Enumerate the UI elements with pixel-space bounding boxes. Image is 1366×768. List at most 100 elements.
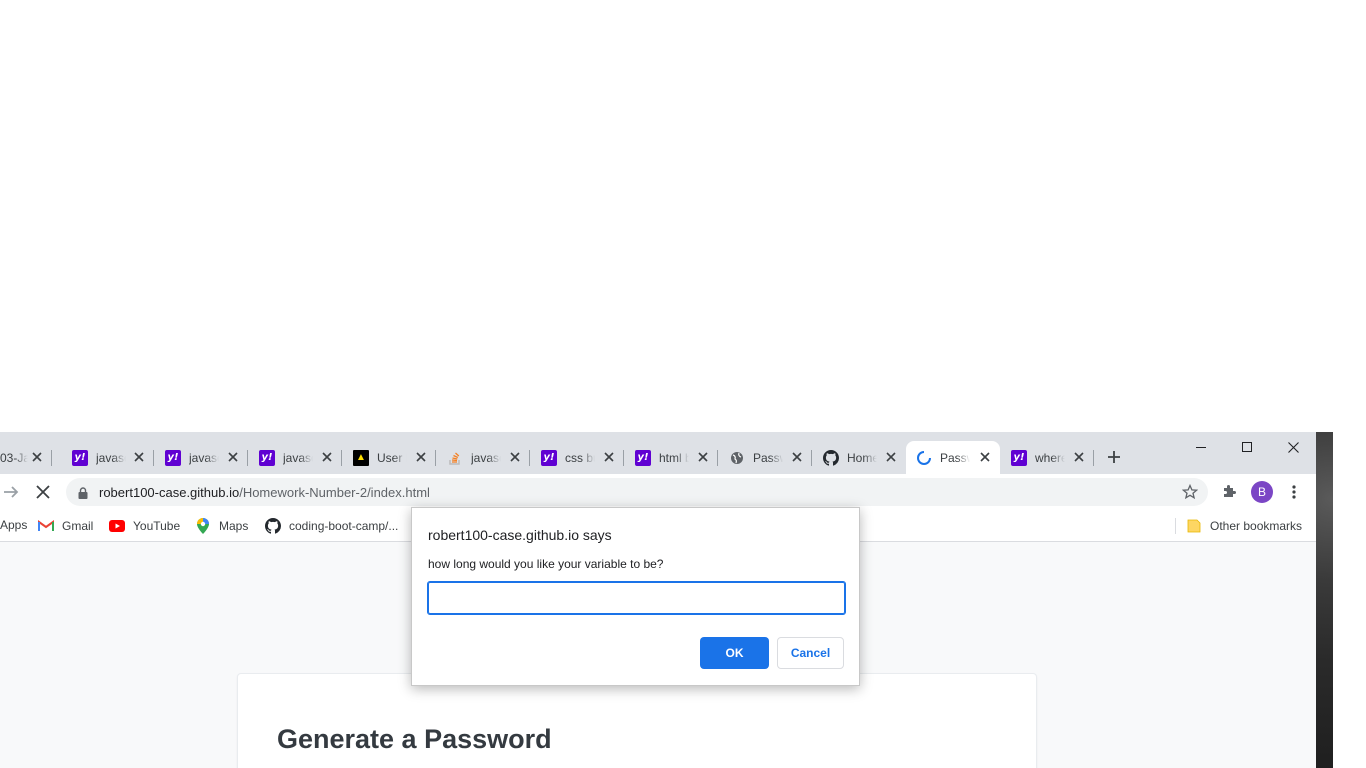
plus-icon [1108,451,1120,463]
yahoo-icon: y! [259,449,275,466]
tab-12[interactable]: y! where [1001,441,1094,474]
desktop-background [1316,432,1366,768]
close-tab-icon[interactable] [602,450,616,464]
tab-9[interactable]: Passw [719,441,812,474]
prompt-dialog: robert100-case.github.io says how long w… [411,507,860,686]
minimize-icon [1196,447,1206,448]
bookmark-label: Apps [0,518,28,532]
bookmark-apps[interactable]: Apps [0,518,27,532]
bookmark-label: coding-boot-camp/... [289,519,399,533]
close-icon [1287,441,1299,453]
gmail-icon [38,518,54,534]
close-tab-icon[interactable] [790,450,804,464]
yahoo-icon: y! [1011,449,1027,466]
bookmarks-divider [1175,518,1176,534]
bookmark-label: Other bookmarks [1210,519,1303,533]
new-tab-button[interactable] [1104,447,1124,467]
maximize-icon [1242,442,1252,452]
tab-title: css bu [565,450,595,465]
ok-button[interactable]: OK [700,637,769,669]
menu-button[interactable] [1287,483,1301,501]
bookmark-star-icon[interactable] [1181,483,1199,505]
close-tab-icon[interactable] [132,450,146,464]
keyhole-icon: ▲ [353,449,369,466]
globe-icon [729,450,745,466]
lock-icon [78,486,88,504]
tab-divider [247,450,248,466]
tab-divider [717,450,718,466]
arrow-forward-icon [4,486,19,498]
tab-11-active[interactable]: Passw [906,441,1000,474]
browser-toolbar: robert100-case.github.io/Homework-Number… [0,474,1316,510]
maximize-button[interactable] [1224,432,1270,462]
github-icon [823,449,839,466]
maps-pin-icon [195,518,211,534]
tab-title: Passw [940,450,970,465]
bookmark-label: YouTube [133,519,181,533]
tab-divider [1093,450,1094,466]
tab-title: Home [847,450,877,465]
tab-2[interactable]: y! javasc [62,441,154,474]
bookmark-other[interactable]: Other bookmarks [1186,518,1302,534]
tab-1[interactable]: 03-Ja [0,441,52,474]
close-tab-icon[interactable] [414,450,428,464]
close-tab-icon[interactable] [508,450,522,464]
bookmark-gmail[interactable]: Gmail [38,518,93,534]
stop-loading-button[interactable] [34,483,52,501]
github-icon [265,518,281,534]
tab-8[interactable]: y! html b [625,441,718,474]
yahoo-icon: y! [635,449,651,466]
bookmark-youtube[interactable]: YouTube [109,518,180,534]
puzzle-icon [1224,485,1236,497]
cancel-button[interactable]: Cancel [777,637,844,669]
close-tab-icon[interactable] [884,450,898,464]
close-icon [36,485,50,499]
prompt-input[interactable] [427,581,846,615]
tab-title: User I [377,450,407,465]
close-tab-icon[interactable] [226,450,240,464]
tab-divider [51,450,52,466]
tab-title: javasc [96,450,126,465]
tab-title: html b [659,450,689,465]
close-tab-icon[interactable] [320,450,334,464]
url-path: /Homework-Number-2/index.html [239,485,430,500]
more-vert-icon [1292,485,1296,499]
screen: 03-Ja y! javasc y! javasc y! javasc [0,0,1366,768]
tab-title: Passw [753,450,783,465]
close-tab-icon[interactable] [30,450,44,464]
url-text: robert100-case.github.io/Homework-Number… [99,485,430,500]
minimize-button[interactable] [1178,432,1224,462]
tab-divider [341,450,342,466]
bookmark-coding-boot-camp[interactable]: coding-boot-camp/... [265,518,398,534]
yahoo-icon: y! [72,449,88,466]
loading-spinner-icon [916,450,932,466]
tab-title: javasc [283,450,313,465]
tab-5[interactable]: ▲ User I [343,441,436,474]
dialog-title: robert100-case.github.io says [428,527,612,543]
tab-title: javasc [189,450,219,465]
youtube-icon [109,518,125,534]
bookmark-label: Maps [219,519,249,533]
stackoverflow-icon [447,450,463,466]
tab-4[interactable]: y! javasc [249,441,342,474]
profile-avatar[interactable]: B [1251,481,1273,503]
yahoo-icon: y! [541,449,557,466]
close-tab-icon[interactable] [696,450,710,464]
tab-divider [623,450,624,466]
bookmark-maps[interactable]: Maps [195,518,248,534]
tab-divider [811,450,812,466]
yahoo-icon: y! [165,449,181,466]
tab-7[interactable]: y! css bu [531,441,624,474]
tab-title: 03-Ja [0,450,28,465]
tab-title: javasc [471,450,501,465]
tab-6[interactable]: javasc [437,441,530,474]
extensions-button[interactable] [1221,483,1239,501]
tab-divider [435,450,436,466]
close-window-button[interactable] [1270,432,1316,462]
close-tab-icon[interactable] [978,450,992,464]
address-bar[interactable]: robert100-case.github.io/Homework-Number… [66,478,1208,506]
tab-3[interactable]: y! javasc [155,441,248,474]
forward-button[interactable] [2,483,20,501]
tab-10[interactable]: Home [813,441,906,474]
close-tab-icon[interactable] [1072,450,1086,464]
